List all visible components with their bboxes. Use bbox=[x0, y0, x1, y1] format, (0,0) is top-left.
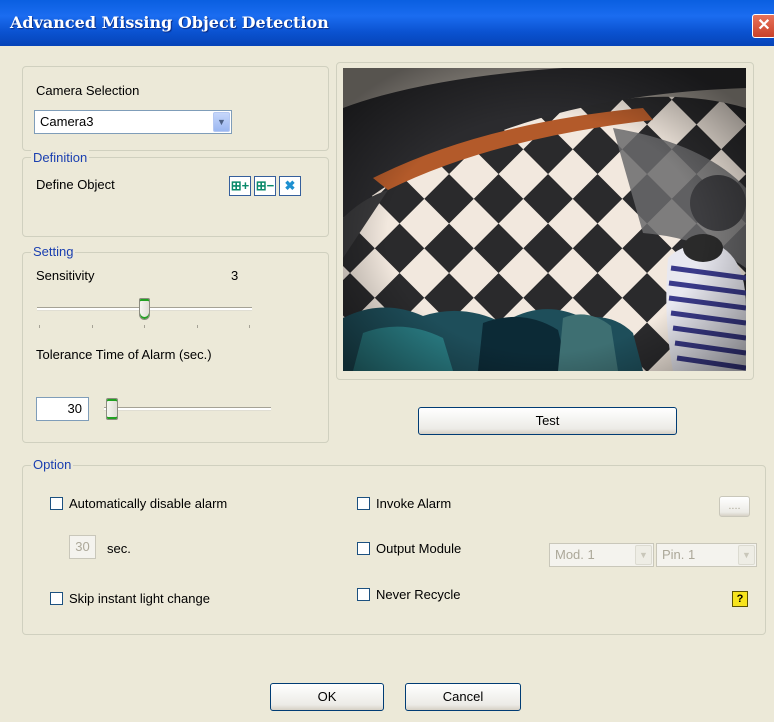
close-button[interactable]: ✕ bbox=[752, 14, 774, 38]
tolerance-slider-thumb[interactable] bbox=[106, 398, 118, 420]
sensitivity-tick bbox=[144, 325, 145, 328]
definition-panel bbox=[22, 157, 329, 237]
never-recycle-checkbox[interactable] bbox=[357, 588, 370, 601]
test-button[interactable]: Test bbox=[418, 407, 677, 435]
tolerance-time-input[interactable]: 30 bbox=[36, 397, 89, 421]
auto-disable-alarm-checkbox[interactable] bbox=[50, 497, 63, 510]
sensitivity-label: Sensitivity bbox=[36, 268, 95, 283]
close-icon: ✕ bbox=[757, 17, 771, 34]
pin-select[interactable]: Pin. 1 ▼ bbox=[656, 543, 757, 567]
sensitivity-tick bbox=[92, 325, 93, 328]
invoke-alarm-checkbox[interactable] bbox=[357, 497, 370, 510]
chevron-down-icon[interactable]: ▼ bbox=[635, 545, 652, 565]
skip-light-change-checkbox[interactable] bbox=[50, 592, 63, 605]
pin-select-value: Pin. 1 bbox=[662, 547, 696, 562]
help-icon[interactable]: ? bbox=[732, 591, 748, 607]
dialog-body: Camera Selection Camera3 ▼ Definition De… bbox=[0, 46, 774, 722]
setting-group-label: Setting bbox=[31, 244, 76, 259]
camera-panel bbox=[22, 66, 329, 151]
browse-alarm-button[interactable]: .... bbox=[719, 496, 750, 517]
auto-disable-seconds-input[interactable]: 30 bbox=[69, 535, 96, 559]
ok-button-label: OK bbox=[317, 689, 337, 704]
chevron-down-icon[interactable]: ▼ bbox=[213, 112, 230, 132]
never-recycle-label: Never Recycle bbox=[376, 587, 461, 602]
seconds-label: sec. bbox=[107, 541, 131, 556]
add-region-button[interactable]: ⊞+ bbox=[229, 176, 251, 196]
output-module-checkbox[interactable] bbox=[357, 542, 370, 555]
sensitivity-tick bbox=[197, 325, 198, 328]
invoke-alarm-label: Invoke Alarm bbox=[376, 496, 452, 511]
tolerance-label: Tolerance Time of Alarm (sec.) bbox=[36, 347, 212, 362]
auto-disable-alarm-label: Automatically disable alarm bbox=[69, 496, 228, 511]
window-title: Advanced Missing Object Detection bbox=[10, 13, 329, 32]
cancel-button[interactable]: Cancel bbox=[405, 683, 521, 711]
sensitivity-slider-thumb[interactable] bbox=[139, 298, 150, 320]
module-select-value: Mod. 1 bbox=[555, 547, 595, 562]
output-module-label: Output Module bbox=[376, 541, 462, 556]
delete-region-button[interactable]: ✖ bbox=[279, 176, 301, 196]
cancel-button-label: Cancel bbox=[442, 689, 484, 704]
skip-light-change-label: Skip instant light change bbox=[69, 591, 210, 606]
module-select[interactable]: Mod. 1 ▼ bbox=[549, 543, 654, 567]
delete-icon: ✖ bbox=[284, 178, 296, 193]
browse-alarm-label: .... bbox=[728, 500, 741, 512]
remove-region-button[interactable]: ⊞− bbox=[254, 176, 276, 196]
camera-select-value: Camera3 bbox=[40, 114, 94, 129]
chevron-down-icon[interactable]: ▼ bbox=[738, 545, 755, 565]
test-button-label: Test bbox=[535, 413, 560, 428]
title-bar: Advanced Missing Object Detection ✕ bbox=[0, 0, 774, 46]
camera-preview-graphic bbox=[343, 68, 746, 371]
option-group-label: Option bbox=[31, 457, 74, 472]
remove-region-icon: ⊞− bbox=[255, 178, 275, 193]
add-region-icon: ⊞+ bbox=[230, 178, 250, 193]
sensitivity-tick bbox=[39, 325, 40, 328]
sensitivity-tick bbox=[249, 325, 250, 328]
define-object-label: Define Object bbox=[36, 177, 115, 192]
camera-select[interactable]: Camera3 ▼ bbox=[34, 110, 232, 134]
ok-button[interactable]: OK bbox=[270, 683, 384, 711]
camera-selection-label: Camera Selection bbox=[36, 83, 140, 98]
definition-group-label: Definition bbox=[31, 150, 90, 165]
tolerance-slider-track[interactable] bbox=[104, 407, 271, 410]
camera-preview-image bbox=[343, 68, 746, 371]
sensitivity-value: 3 bbox=[231, 268, 239, 283]
